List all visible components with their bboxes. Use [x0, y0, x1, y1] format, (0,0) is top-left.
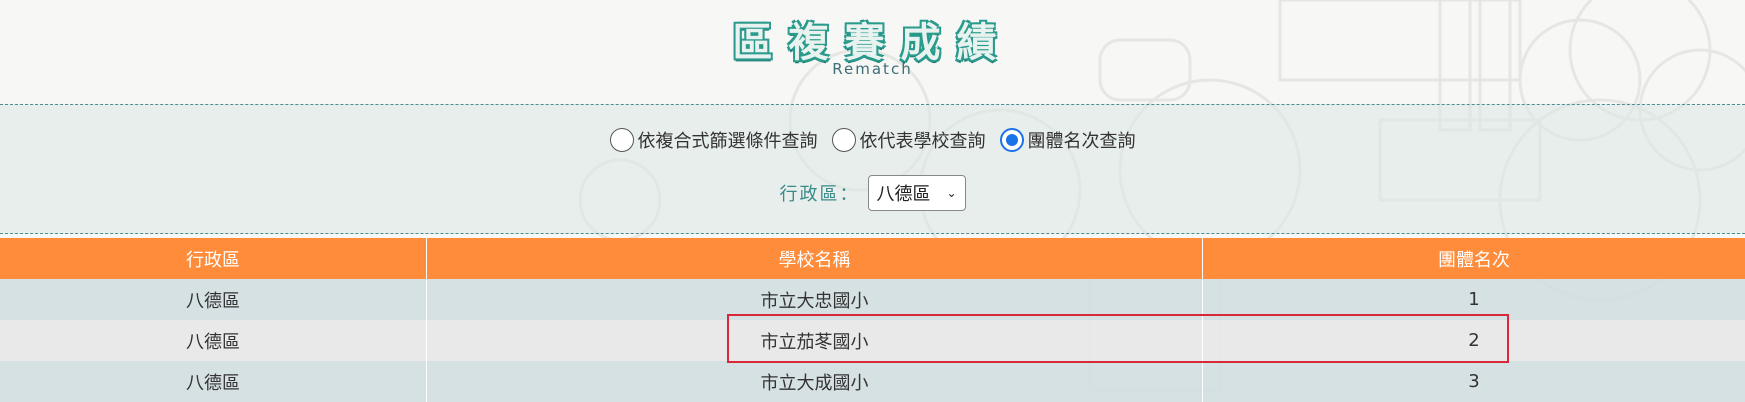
- results-table: 行政區 學校名稱 團體名次 八德區 市立大忠國小 1 八德區 市立茄苳國小 2 …: [0, 238, 1745, 402]
- district-filter: 行政區： 八德區 ⌄: [0, 175, 1745, 211]
- cell-school: 市立大忠國小: [427, 279, 1203, 320]
- page-header: 區複賽成績 Rematch: [0, 0, 1745, 104]
- cell-district: 八德區: [0, 320, 427, 361]
- radio-option-composite-filter[interactable]: 依複合式篩選條件查詢: [609, 127, 818, 153]
- radio-button[interactable]: [831, 128, 856, 152]
- radio-label: 依代表學校查詢: [859, 131, 986, 152]
- radio-option-team-ranking[interactable]: 團體名次查詢: [999, 127, 1136, 153]
- table-row: 八德區 市立大忠國小 1: [0, 279, 1745, 320]
- district-select-value: 八德區: [876, 184, 931, 205]
- district-select[interactable]: 八德區 ⌄: [867, 175, 966, 211]
- cell-school: 市立大成國小: [427, 361, 1203, 402]
- radio-button[interactable]: [609, 128, 634, 152]
- filter-panel: 依複合式篩選條件查詢 依代表學校查詢 團體名次查詢 行政區： 八德區 ⌄: [0, 104, 1745, 234]
- cell-district: 八德區: [0, 279, 427, 320]
- district-label: 行政區：: [779, 184, 860, 205]
- page-subtitle: Rematch: [832, 60, 913, 78]
- table-row: 八德區 市立茄苳國小 2: [0, 320, 1745, 361]
- cell-district: 八德區: [0, 361, 427, 402]
- query-mode-radio-group: 依複合式篩選條件查詢 依代表學校查詢 團體名次查詢: [0, 127, 1745, 153]
- table-row: 八德區 市立大成國小 3: [0, 361, 1745, 402]
- radio-button-selected[interactable]: [999, 128, 1024, 152]
- cell-school: 市立茄苳國小: [427, 320, 1203, 361]
- cell-rank: 1: [1468, 289, 1480, 310]
- column-header-school: 學校名稱: [427, 238, 1203, 279]
- radio-label: 團體名次查詢: [1027, 131, 1136, 152]
- radio-option-representative-school[interactable]: 依代表學校查詢: [831, 127, 986, 153]
- cell-rank: 2: [1468, 330, 1480, 351]
- chevron-down-icon: ⌄: [946, 186, 957, 200]
- table-header: 行政區 學校名稱 團體名次: [0, 238, 1745, 279]
- column-header-rank: 團體名次: [1438, 249, 1510, 271]
- column-header-district: 行政區: [0, 238, 427, 279]
- cell-rank: 3: [1468, 371, 1480, 392]
- radio-label: 依複合式篩選條件查詢: [637, 131, 818, 152]
